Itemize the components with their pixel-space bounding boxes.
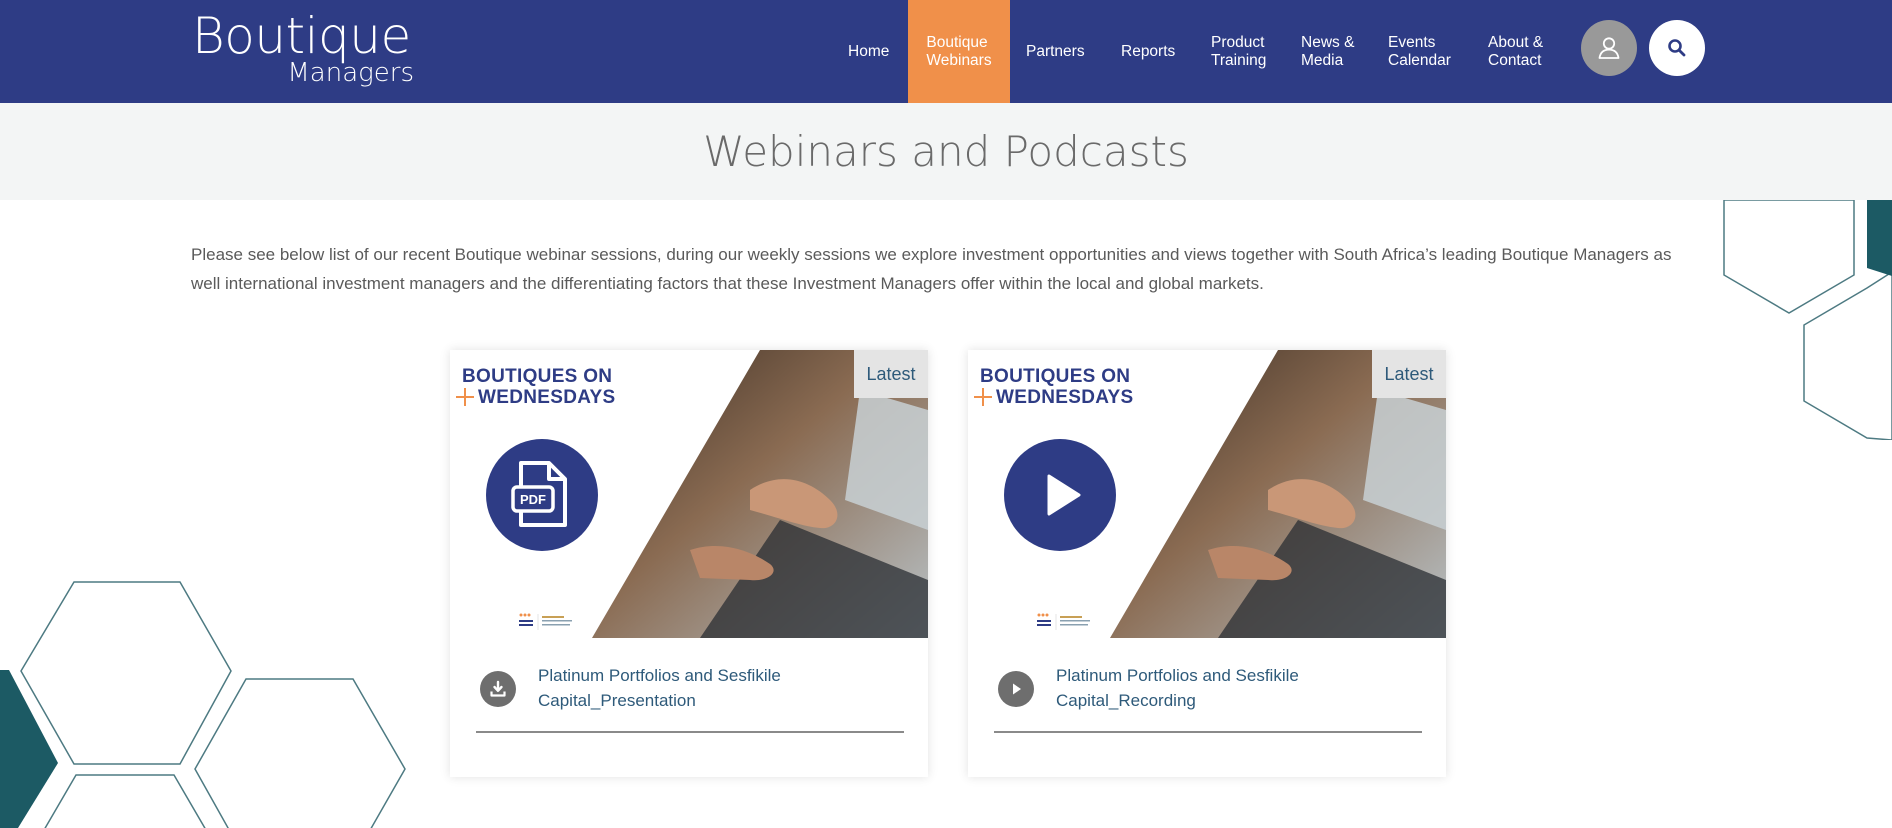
play-button[interactable] bbox=[998, 671, 1034, 707]
card-divider bbox=[994, 731, 1422, 733]
user-icon bbox=[1598, 37, 1620, 59]
banner-line-2: WEDNESDAYS bbox=[996, 387, 1134, 408]
nav-partners[interactable]: Partners bbox=[1026, 0, 1092, 103]
banner-title: BOUTIQUES ON WEDNESDAYS bbox=[462, 366, 615, 408]
banner-line-2: WEDNESDAYS bbox=[478, 387, 616, 408]
partner-logos bbox=[1037, 613, 1090, 630]
banner-line-1: BOUTIQUES ON bbox=[462, 366, 613, 387]
nav-boutique-webinars[interactable]: Boutique Webinars bbox=[908, 0, 1010, 103]
webinar-thumbnail[interactable]: BOUTIQUES ON WEDNESDAYS PDF Latest bbox=[450, 350, 928, 638]
nav-home[interactable]: Home bbox=[848, 0, 892, 103]
nav-events-calendar-label: Events Calendar bbox=[1388, 33, 1451, 69]
download-button[interactable] bbox=[480, 671, 516, 707]
partner-logos bbox=[519, 613, 572, 630]
pdf-file-icon: PDF bbox=[486, 439, 598, 551]
resource-row: Platinum Portfolios and Sesfikile Capita… bbox=[476, 663, 902, 723]
webinar-thumbnail[interactable]: BOUTIQUES ON WEDNESDAYS Latest bbox=[968, 350, 1446, 638]
nav-news-media[interactable]: News & Media bbox=[1301, 0, 1359, 103]
plus-logo-icon bbox=[456, 388, 474, 406]
banner-line-1: BOUTIQUES ON bbox=[980, 366, 1131, 387]
latest-badge: Latest bbox=[1372, 350, 1446, 398]
title-band: Webinars and Podcasts bbox=[0, 103, 1892, 200]
resource-row: Platinum Portfolios and Sesfikile Capita… bbox=[994, 663, 1420, 723]
logo-main-text: Boutique bbox=[192, 7, 411, 65]
svg-text:PDF: PDF bbox=[520, 492, 546, 507]
nav-about-contact-label: About & Contact bbox=[1488, 33, 1544, 69]
download-icon bbox=[490, 680, 506, 697]
page-title: Webinars and Podcasts bbox=[703, 127, 1189, 176]
play-icon bbox=[1004, 439, 1116, 551]
site-logo[interactable]: Boutique Managers bbox=[192, 8, 422, 88]
nav-reports-label: Reports bbox=[1121, 42, 1176, 60]
nav-home-label: Home bbox=[848, 42, 890, 60]
account-button[interactable] bbox=[1581, 20, 1637, 76]
latest-badge: Latest bbox=[854, 350, 928, 398]
search-icon bbox=[1668, 39, 1686, 57]
intro-paragraph: Please see below list of our recent Bout… bbox=[191, 245, 1672, 293]
nav-product-training[interactable]: Product Training bbox=[1211, 0, 1273, 103]
nav-about-contact[interactable]: About & Contact bbox=[1488, 0, 1550, 103]
play-icon bbox=[1013, 683, 1021, 695]
plus-logo-icon bbox=[974, 388, 992, 406]
nav-reports[interactable]: Reports bbox=[1121, 0, 1181, 103]
nav-news-media-label: News & Media bbox=[1301, 33, 1355, 69]
webinar-card-presentation: BOUTIQUES ON WEDNESDAYS PDF Latest Plati… bbox=[450, 350, 928, 777]
nav-product-training-label: Product Training bbox=[1211, 33, 1267, 69]
logo-sub-text: Managers bbox=[287, 58, 414, 88]
banner-title: BOUTIQUES ON WEDNESDAYS bbox=[980, 366, 1133, 408]
card-divider bbox=[476, 731, 904, 733]
nav-events-calendar[interactable]: Events Calendar bbox=[1388, 0, 1458, 103]
nav-boutique-webinars-label: Boutique Webinars bbox=[926, 33, 992, 69]
search-button[interactable] bbox=[1649, 20, 1705, 76]
hexagon-decoration-left bbox=[0, 581, 406, 828]
site-header: Boutique Managers Home Boutique Webinars… bbox=[0, 0, 1892, 103]
hexagon-decoration-right bbox=[1723, 200, 1892, 440]
resource-link-presentation[interactable]: Platinum Portfolios and Sesfikile Capita… bbox=[538, 663, 878, 713]
nav-partners-label: Partners bbox=[1026, 42, 1085, 60]
resource-link-recording[interactable]: Platinum Portfolios and Sesfikile Capita… bbox=[1056, 663, 1396, 713]
webinar-card-recording: BOUTIQUES ON WEDNESDAYS Latest Platinum … bbox=[968, 350, 1446, 777]
